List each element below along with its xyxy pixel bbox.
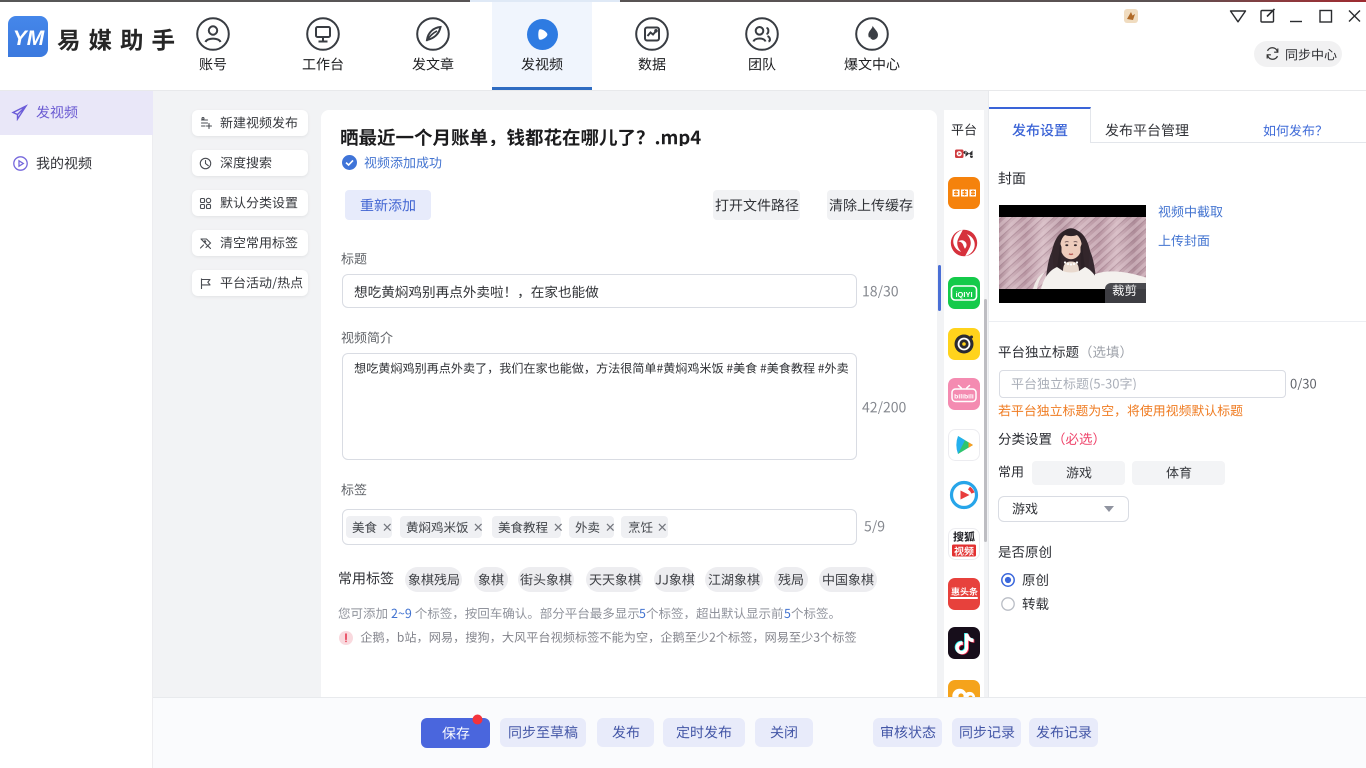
svg-text:iQIYI: iQIYI [955, 290, 972, 299]
svg-text:YM: YM [13, 27, 45, 50]
svg-text:bilibili: bilibili [954, 394, 974, 401]
